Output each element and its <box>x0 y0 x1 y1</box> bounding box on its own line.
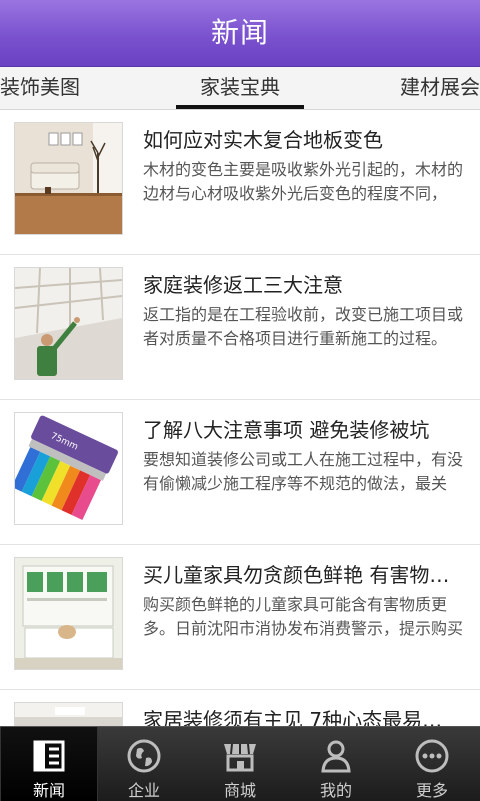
nav-more[interactable]: 更多 <box>384 727 480 801</box>
tab-material-expo[interactable]: 建材展会 <box>400 67 480 109</box>
news-item[interactable]: 家居装修须有主见 7种心态最易… <box>0 690 480 726</box>
news-title[interactable]: 了解八大注意事项 避免装修被坑 <box>143 414 465 443</box>
interior-photo <box>14 702 123 726</box>
nav-store[interactable]: 商城 <box>192 727 288 801</box>
more-icon <box>415 739 449 773</box>
tab-decoration-photos[interactable]: 装饰美图 <box>0 67 80 109</box>
kids-room-photo <box>14 557 123 670</box>
news-title[interactable]: 家居装修须有主见 7种心态最易… <box>143 704 465 726</box>
active-tab-indicator <box>176 105 304 109</box>
tab-home-guide[interactable]: 家装宝典 <box>176 67 304 109</box>
living-room-photo <box>14 122 123 235</box>
bottom-nav: 新闻 企业 商城 我的 更多 <box>0 726 480 801</box>
news-summary: 购买颜色鲜艳的儿童家具可能含有害物质更多。日前沈阳市消协发布消费警示，提示购买 <box>143 595 464 638</box>
nav-news[interactable]: 新闻 <box>0 727 98 801</box>
nav-label: 企业 <box>127 781 160 800</box>
app-header: 新闻 <box>0 0 480 67</box>
page-title: 新闻 <box>210 16 269 49</box>
news-item[interactable]: 家庭装修返工三大注意 返工指的是在工程验收前，改变已施工项目或者对质量不合格项目… <box>0 255 480 400</box>
news-icon <box>33 740 65 772</box>
nav-company[interactable]: 企业 <box>96 727 192 801</box>
ceiling-worker-photo <box>14 267 123 380</box>
nav-label: 更多 <box>415 781 448 800</box>
news-item[interactable]: 75mm 了解八大注意事项 避免装修被坑 要想知道装修公司或工人在施工过程中，有… <box>0 400 480 545</box>
paint-brush-photo: 75mm <box>14 412 123 525</box>
nav-profile[interactable]: 我的 <box>288 727 384 801</box>
user-icon <box>321 740 351 773</box>
news-summary: 木材的变色主要是吸收紫外光引起的，木材的边材与心材吸收紫外光后变色的程度不同， <box>143 160 464 203</box>
nav-label: 商城 <box>223 781 256 800</box>
globe-icon <box>127 739 161 773</box>
nav-label: 我的 <box>319 781 352 800</box>
news-item[interactable]: 买儿童家具勿贪颜色鲜艳 有害物… 购买颜色鲜艳的儿童家具可能含有害物质更多。日前… <box>0 545 480 690</box>
news-item[interactable]: 如何应对实木复合地板变色 木材的变色主要是吸收紫外光引起的，木材的边材与心材吸收… <box>0 110 480 255</box>
news-title[interactable]: 家庭装修返工三大注意 <box>143 269 465 298</box>
news-summary: 要想知道装修公司或工人在施工过程中，有没有偷懒减少施工程序等不规范的做法，最关 <box>143 450 464 493</box>
news-title[interactable]: 如何应对实木复合地板变色 <box>143 124 465 153</box>
store-icon <box>224 743 256 772</box>
nav-label: 新闻 <box>32 781 65 800</box>
news-summary: 返工指的是在工程验收前，改变已施工项目或者对质量不合格项目进行重新施工的过程。 <box>143 305 464 348</box>
news-list[interactable]: 如何应对实木复合地板变色 木材的变色主要是吸收紫外光引起的，木材的边材与心材吸收… <box>0 110 480 726</box>
category-tabs: 装饰美图 家装宝典 建材展会 <box>0 67 480 110</box>
news-title[interactable]: 买儿童家具勿贪颜色鲜艳 有害物… <box>143 559 465 588</box>
